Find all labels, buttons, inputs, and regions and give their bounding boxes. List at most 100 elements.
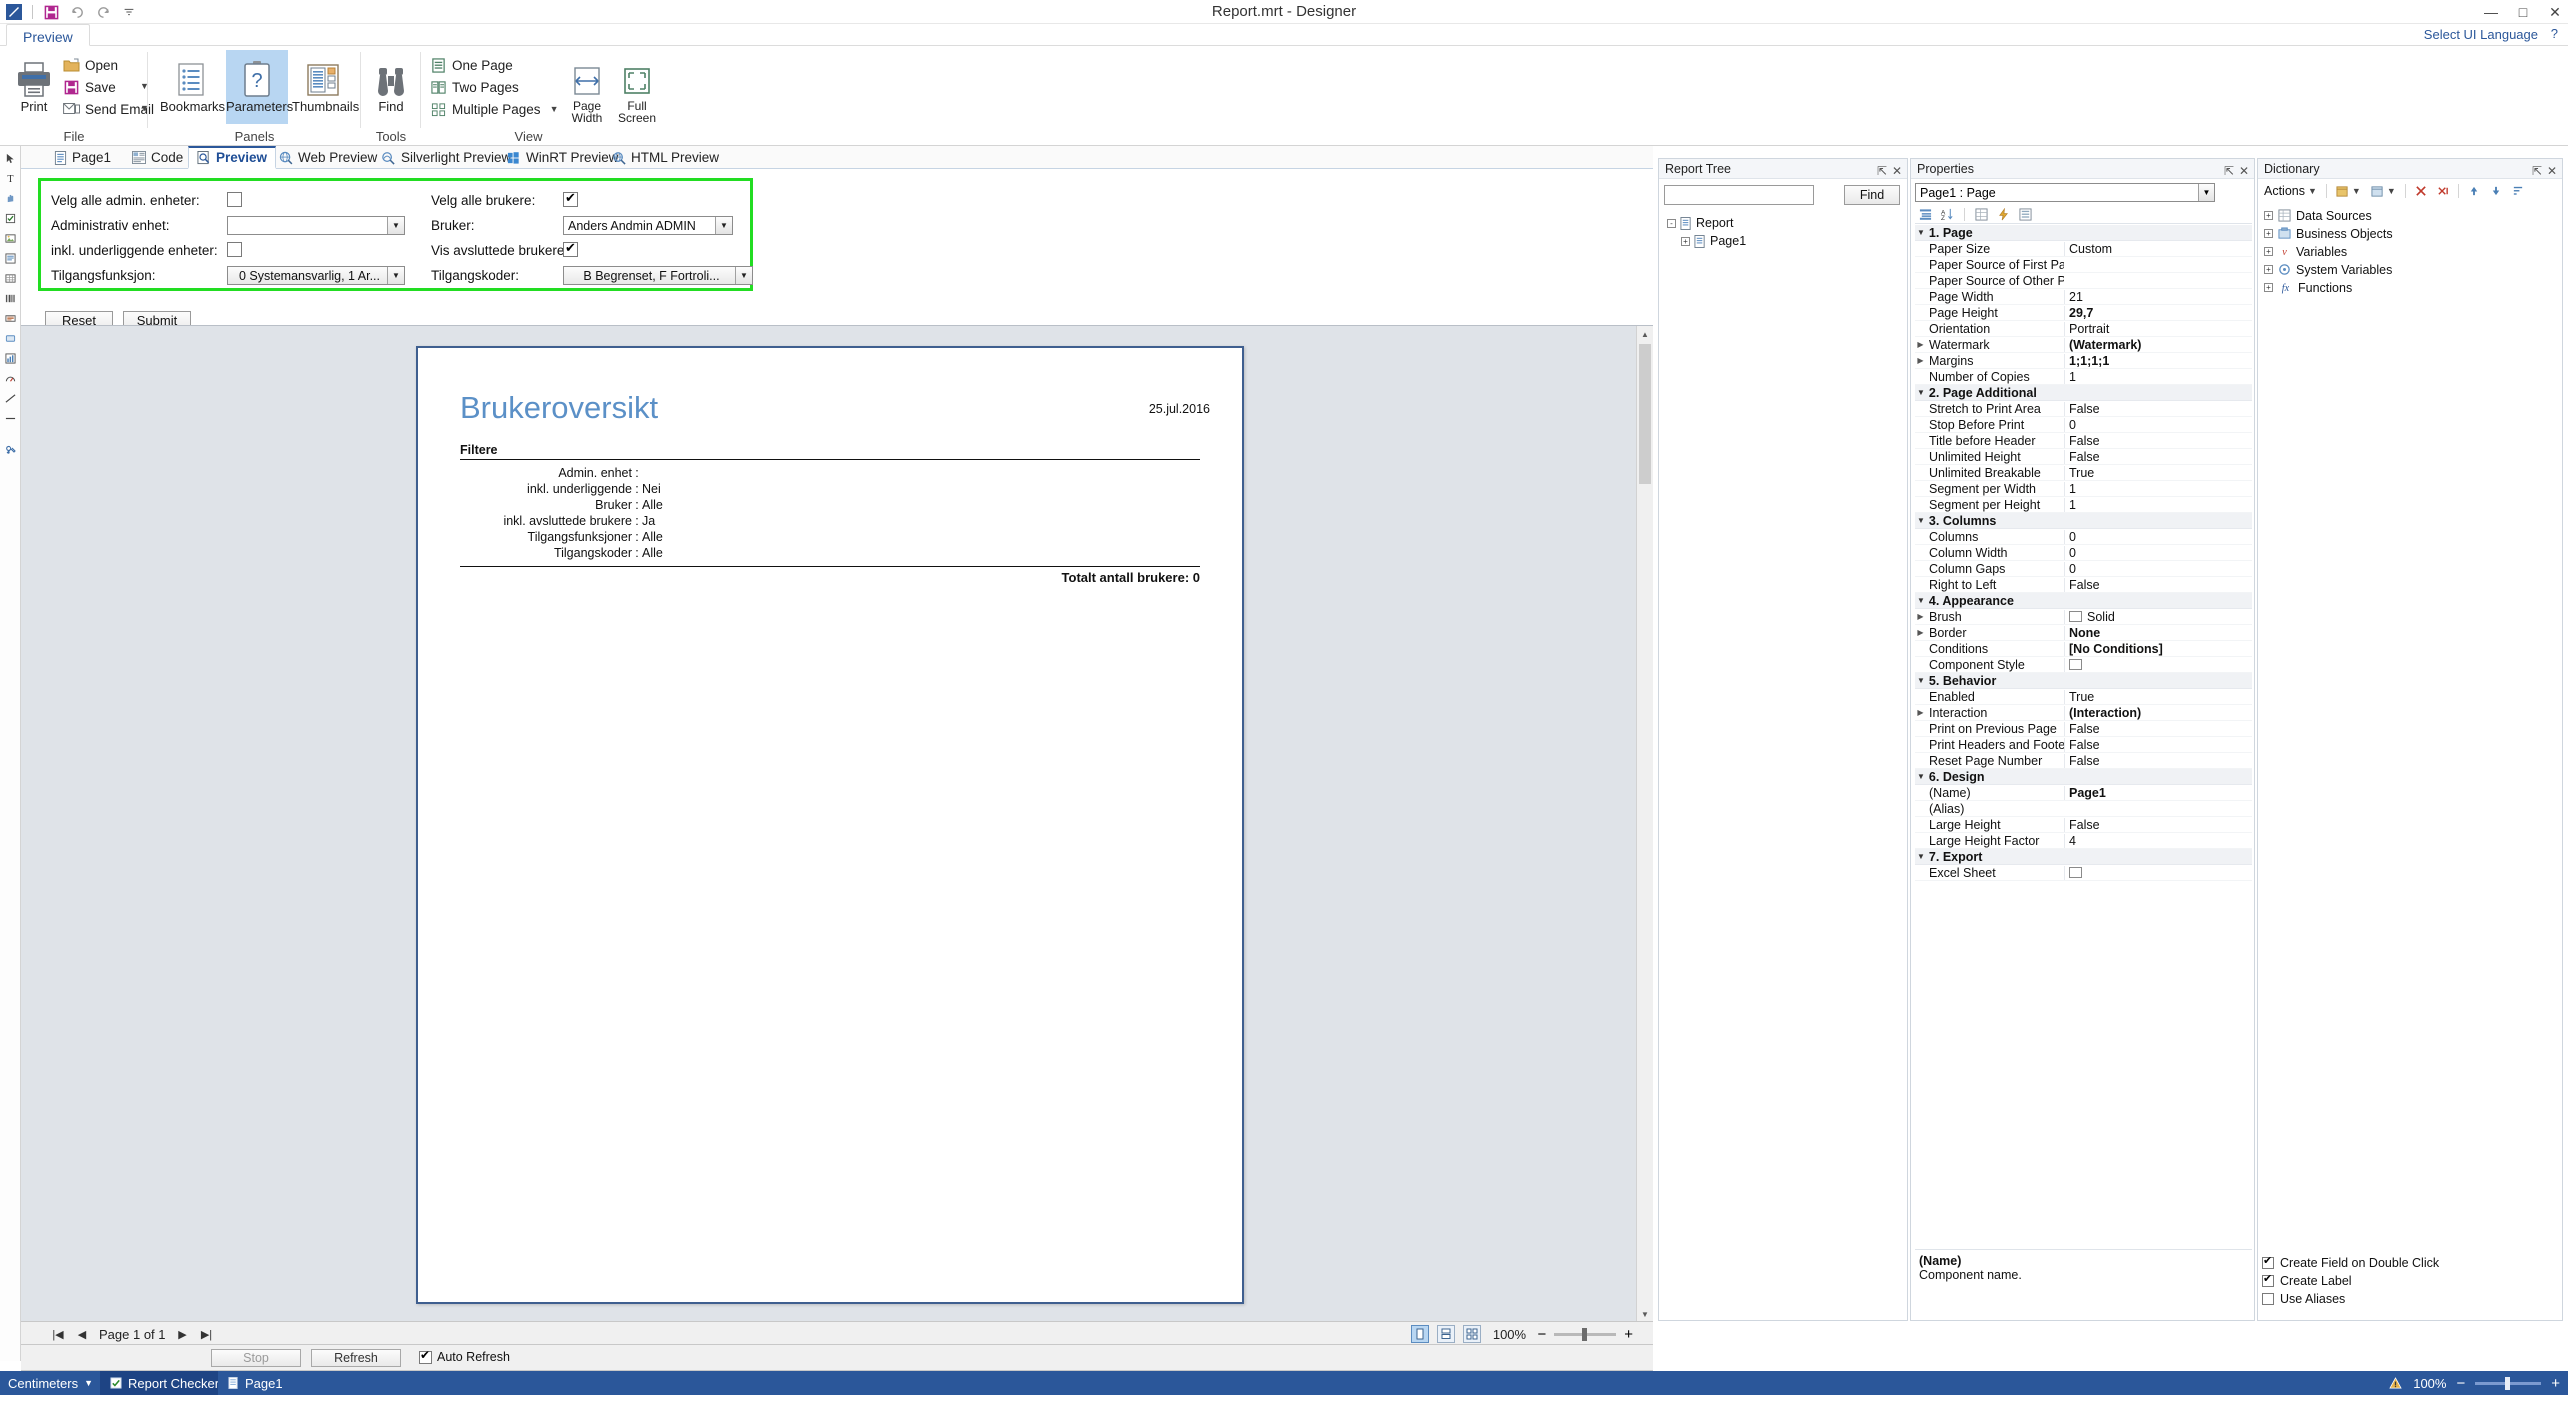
filter-icon[interactable] — [2017, 206, 2034, 223]
close-icon[interactable]: ✕ — [2239, 161, 2249, 181]
expander-icon[interactable]: - — [1667, 218, 1676, 228]
row-expander[interactable]: ▶ — [1915, 356, 1926, 365]
preview-zoom-slider[interactable] — [1554, 1327, 1617, 1341]
collapse-icon[interactable]: ▼ — [1917, 228, 1925, 237]
dictionary-actions-button[interactable]: Actions ▼ — [2261, 182, 2320, 200]
move-up-icon[interactable] — [2465, 182, 2483, 200]
property-row[interactable]: Number of Copies 1 — [1915, 369, 2252, 385]
pin-icon[interactable]: ⇱ — [2532, 161, 2542, 181]
property-row[interactable]: Print on Previous Page False — [1915, 721, 2252, 737]
expander-icon[interactable]: + — [1681, 236, 1690, 246]
undo-icon[interactable] — [67, 2, 87, 22]
prev-page-icon[interactable]: ◀ — [75, 1328, 89, 1341]
property-value[interactable]: 1;1;1;1 — [2064, 353, 2252, 368]
save-ribbon-button[interactable]: Save — [62, 76, 116, 98]
status-zoom-in-button[interactable]: + — [2551, 1375, 2560, 1392]
pin-icon[interactable]: ⇱ — [1877, 161, 1887, 181]
status-tab-report-checker[interactable]: Report Checker — [100, 1371, 230, 1395]
move-down-icon[interactable] — [2487, 182, 2505, 200]
property-value[interactable]: 1 — [2064, 369, 2252, 384]
view-mode-single-page[interactable] — [1411, 1325, 1430, 1343]
auto-refresh-checkbox[interactable] — [419, 1348, 432, 1364]
report-page[interactable]: Brukeroversikt 25.jul.2016 Filtere Admin… — [416, 346, 1244, 1304]
customize-qat-icon[interactable] — [119, 2, 139, 22]
report-tree-node-report[interactable]: - Report — [1667, 215, 1734, 231]
image-tool-icon[interactable] — [0, 228, 21, 248]
doc-tab-silverlight-preview[interactable]: Silverlight Preview — [373, 146, 519, 169]
property-row[interactable]: Stop Before Print 0 — [1915, 417, 2252, 433]
preview-zoom-slider-thumb[interactable] — [1582, 1327, 1588, 1341]
property-row[interactable]: Enabled True — [1915, 689, 2252, 705]
preview-zoom-out-button[interactable]: − — [1537, 1326, 1546, 1343]
close-button[interactable]: ✕ — [2546, 4, 2564, 21]
dictionary-node-system-variables[interactable]: + System Variables — [2264, 261, 2392, 278]
text-tool-icon[interactable]: T — [0, 168, 21, 188]
property-row[interactable]: Paper Source of First Pa — [1915, 257, 2252, 273]
property-row[interactable]: Unlimited Height False — [1915, 449, 2252, 465]
doc-tab-web-preview[interactable]: Web Preview — [271, 146, 385, 169]
property-row[interactable]: Orientation Portrait — [1915, 321, 2252, 337]
new-item-icon[interactable]: ▼ — [2333, 182, 2364, 200]
property-row[interactable]: Column Width 0 — [1915, 545, 2252, 561]
chevron-down-icon[interactable]: ▼ — [387, 267, 404, 284]
save-icon[interactable] — [41, 2, 61, 22]
property-row[interactable]: Title before Header False — [1915, 433, 2252, 449]
row-expander[interactable]: ▶ — [1915, 612, 1926, 621]
property-row[interactable]: Columns 0 — [1915, 529, 2252, 545]
last-page-icon[interactable]: ▶| — [200, 1328, 214, 1341]
stop-button[interactable]: Stop — [211, 1349, 301, 1367]
property-row[interactable]: Large Height Factor 4 — [1915, 833, 2252, 849]
property-row[interactable]: ▶ Margins 1;1;1;1 — [1915, 353, 2252, 369]
warning-badge-icon[interactable] — [2387, 1375, 2403, 1391]
property-value[interactable]: (Interaction) — [2064, 705, 2252, 720]
param-combo-tilgangskoder[interactable]: B Begrenset, F Fortroli... ▼ — [563, 266, 753, 285]
property-row[interactable]: Segment per Width 1 — [1915, 481, 2252, 497]
property-row[interactable]: Page Height 29,7 — [1915, 305, 2252, 321]
redo-icon[interactable] — [93, 2, 113, 22]
property-row[interactable]: Reset Page Number False — [1915, 753, 2252, 769]
report-tree-find-button[interactable]: Find — [1844, 185, 1900, 205]
property-value[interactable]: 0 — [2064, 561, 2252, 576]
one-page-button[interactable]: One Page — [429, 54, 513, 76]
status-zoom-out-button[interactable]: − — [2456, 1375, 2465, 1392]
dictionary-node-variables[interactable]: + v Variables — [2264, 243, 2347, 260]
param-combo-administrativ-enhet[interactable]: ▼ — [227, 216, 405, 235]
chart-tool-icon[interactable] — [0, 348, 21, 368]
property-value[interactable]: False — [2064, 401, 2252, 416]
first-page-icon[interactable]: |◀ — [51, 1328, 65, 1341]
property-value[interactable]: False — [2064, 721, 2252, 736]
chevron-down-icon[interactable]: ▼ — [2198, 184, 2214, 201]
auto-refresh-control[interactable]: Auto Refresh — [419, 1348, 510, 1364]
property-value[interactable]: False — [2064, 449, 2252, 464]
collapse-icon[interactable]: ▼ — [1917, 516, 1925, 525]
param-checkbox-inkl-underliggende-enheter[interactable] — [227, 242, 242, 257]
doc-tab-html-preview[interactable]: HTML Preview — [604, 146, 727, 169]
property-value[interactable]: 1 — [2064, 481, 2252, 496]
property-value[interactable]: 0 — [2064, 529, 2252, 544]
two-pages-button[interactable]: Two Pages — [429, 76, 519, 98]
hand-tool-icon[interactable] — [0, 188, 21, 208]
ribbon-tab-preview[interactable]: Preview — [6, 24, 90, 46]
zipcode-tool-icon[interactable] — [0, 308, 21, 328]
property-value[interactable]: Custom — [2064, 241, 2252, 256]
property-value[interactable]: False — [2064, 433, 2252, 448]
gauge-tool-icon[interactable] — [0, 368, 21, 388]
dictionary-option-create-field-on-double-click[interactable]: Create Field on Double Click — [2262, 1254, 2562, 1272]
property-row[interactable]: Paper Size Custom — [1915, 241, 2252, 257]
dictionary-node-business-objects[interactable]: + Business Objects — [2264, 225, 2393, 242]
property-row[interactable]: Stretch to Print Area False — [1915, 401, 2252, 417]
find-button[interactable]: Find — [363, 52, 419, 114]
scroll-up-icon[interactable]: ▲ — [1637, 326, 1653, 342]
report-tree-node-page1[interactable]: + Page1 — [1681, 233, 1746, 249]
chevron-down-icon[interactable]: ▼ — [84, 1378, 93, 1388]
properties-category[interactable]: ▼ 3. Columns — [1915, 513, 2252, 529]
scroll-thumb[interactable] — [1639, 344, 1651, 484]
sort-icon[interactable] — [2509, 182, 2527, 200]
property-value[interactable]: None — [2064, 625, 2252, 640]
properties-category[interactable]: ▼ 7. Export — [1915, 849, 2252, 865]
report-tree-find-input[interactable] — [1664, 185, 1814, 205]
doc-tab-page1[interactable]: Page1 — [46, 146, 119, 169]
properties-category[interactable]: ▼ 2. Page Additional — [1915, 385, 2252, 401]
status-tab-page1[interactable]: Page1 — [218, 1371, 293, 1395]
bookmarks-button[interactable]: Bookmarks — [160, 52, 225, 114]
